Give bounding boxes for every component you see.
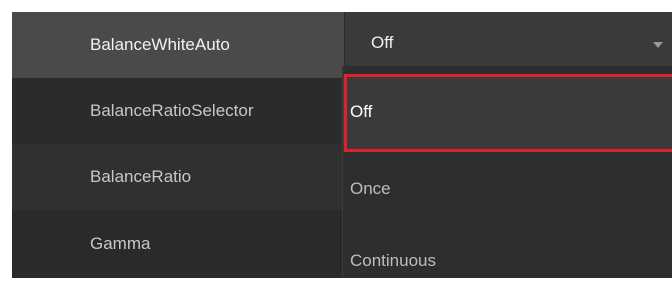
caret-down-icon[interactable]: [653, 42, 663, 48]
dropdown-option-once[interactable]: Once: [343, 156, 672, 222]
property-name: BalanceRatio: [12, 144, 344, 210]
property-name: BalanceWhiteAuto: [12, 12, 344, 78]
dropdown-option-off[interactable]: Off: [343, 74, 672, 150]
combobox-dropdown-list: Off Once Continuous: [342, 66, 672, 278]
combobox-value: Off: [371, 33, 394, 52]
property-name: Gamma: [12, 210, 344, 278]
property-name: BalanceRatioSelector: [12, 78, 344, 144]
dropdown-option-continuous[interactable]: Continuous: [343, 222, 672, 284]
property-panel: BalanceWhiteAuto Off BalanceRatioSelecto…: [0, 0, 672, 284]
